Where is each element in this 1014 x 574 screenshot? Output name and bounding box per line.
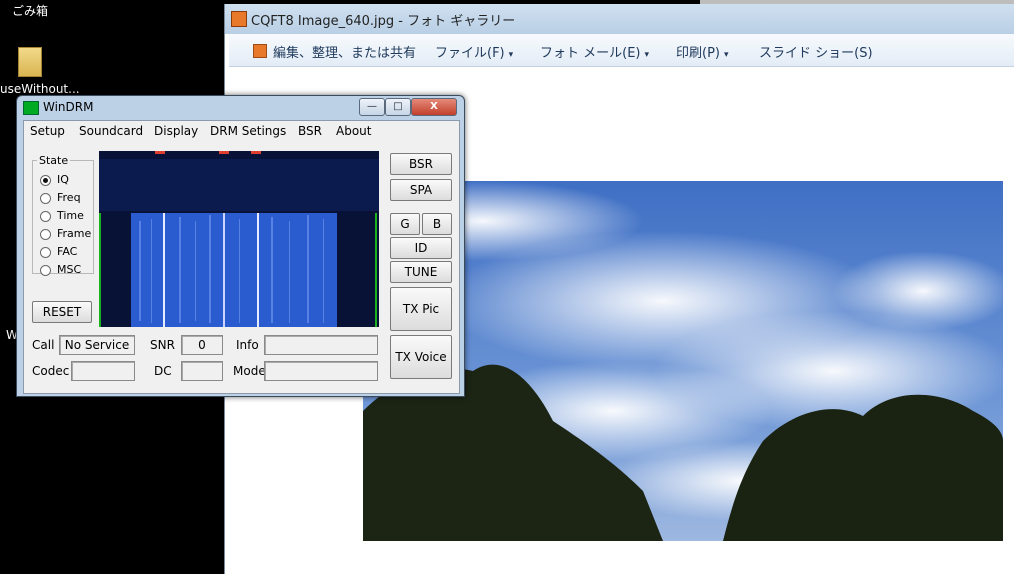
share-icon: [253, 44, 267, 58]
codec-field: [71, 361, 135, 381]
gallery-titlebar[interactable]: CQFT8 Image_640.jpg - フォト ギャラリー: [225, 4, 1014, 34]
tune-button[interactable]: TUNE: [390, 261, 452, 283]
g-button[interactable]: G: [390, 213, 420, 235]
radio-button[interactable]: [40, 228, 51, 240]
chevron-down-icon: ▾: [644, 50, 650, 60]
windrm-title: WinDRM: [43, 100, 94, 114]
menu-soundcard[interactable]: Soundcard: [79, 124, 143, 138]
waterfall-graphic: [99, 151, 379, 327]
minimize-button[interactable]: —: [359, 98, 385, 116]
recycle-bin-label[interactable]: ごみ箱: [12, 2, 48, 19]
reset-button[interactable]: RESET: [32, 301, 92, 323]
snr-field: 0: [181, 335, 223, 355]
menu-about[interactable]: About: [336, 124, 371, 138]
radio-iq[interactable]: IQ: [40, 173, 69, 186]
radio-iq-label: IQ: [57, 173, 69, 186]
photo-mail-menu[interactable]: フォト メール(E) ▾: [540, 42, 649, 61]
radio-button[interactable]: [40, 264, 51, 276]
tx-voice-button[interactable]: TX Voice: [390, 335, 452, 379]
state-legend: State: [39, 154, 69, 167]
mode-field: [264, 361, 378, 381]
windrm-titlebar[interactable]: WinDRM — □ X: [17, 96, 464, 118]
slideshow-button[interactable]: スライド ショー(S): [759, 42, 873, 61]
print-menu[interactable]: 印刷(P) ▾: [676, 42, 729, 61]
file-menu[interactable]: ファイル(F) ▾: [435, 42, 513, 61]
radio-freq[interactable]: Freq: [40, 191, 81, 204]
tx-pic-button[interactable]: TX Pic: [390, 287, 452, 331]
radio-fac-label: FAC: [57, 245, 78, 258]
gallery-title: CQFT8 Image_640.jpg - フォト ギャラリー: [251, 14, 516, 29]
print-label: 印刷(P): [676, 46, 720, 61]
dc-label: DC: [154, 364, 172, 378]
photo-gallery-icon: [231, 11, 247, 27]
b-button[interactable]: B: [422, 213, 452, 235]
call-label: Call: [32, 338, 55, 352]
id-button[interactable]: ID: [390, 237, 452, 259]
chevron-down-icon: ▾: [508, 50, 514, 60]
call-field: No Service: [59, 335, 135, 355]
menu-drm-settings[interactable]: DRM Setings: [210, 124, 286, 138]
info-field: [264, 335, 378, 355]
radio-button[interactable]: [40, 210, 51, 222]
dc-field: [181, 361, 223, 381]
codec-label: Codec: [32, 364, 70, 378]
folder-icon[interactable]: [18, 47, 42, 77]
info-label: Info: [236, 338, 259, 352]
radio-msc-label: MSC: [57, 263, 82, 276]
maximize-button[interactable]: □: [385, 98, 411, 116]
menu-display[interactable]: Display: [154, 124, 198, 138]
radio-freq-label: Freq: [57, 191, 81, 204]
windrm-window[interactable]: WinDRM — □ X Setup Soundcard Display DRM…: [16, 95, 465, 397]
radio-frame-label: Frame: [57, 227, 92, 240]
waterfall-display[interactable]: [99, 151, 379, 327]
folder-label[interactable]: useWithout...: [0, 82, 80, 96]
radio-msc[interactable]: MSC: [40, 263, 81, 276]
radio-fac[interactable]: FAC: [40, 245, 77, 258]
windrm-app-icon: [23, 101, 39, 115]
radio-button[interactable]: [40, 192, 51, 204]
radio-button-checked[interactable]: [40, 174, 51, 186]
radio-time[interactable]: Time: [40, 209, 84, 222]
windrm-menubar: Setup Soundcard Display DRM Setings BSR …: [24, 121, 459, 141]
chevron-down-icon: ▾: [723, 50, 729, 60]
gallery-toolbar: 編集、整理、または共有 ファイル(F) ▾ フォト メール(E) ▾ 印刷(P) ▾ …: [229, 34, 1014, 67]
photo-mail-label: フォト メール(E): [540, 46, 641, 61]
radio-button[interactable]: [40, 246, 51, 258]
menu-bsr[interactable]: BSR: [298, 124, 322, 138]
share-menu[interactable]: 編集、整理、または共有: [273, 42, 416, 61]
windrm-client-area: Setup Soundcard Display DRM Setings BSR …: [23, 120, 460, 394]
spa-button[interactable]: SPA: [390, 179, 452, 201]
radio-time-label: Time: [57, 209, 84, 222]
file-menu-label: ファイル(F): [435, 46, 505, 61]
snr-label: SNR: [150, 338, 175, 352]
bsr-button[interactable]: BSR: [390, 153, 452, 175]
radio-frame[interactable]: Frame: [40, 227, 91, 240]
menu-setup[interactable]: Setup: [30, 124, 65, 138]
mode-label: Mode: [233, 364, 266, 378]
close-button[interactable]: X: [411, 98, 457, 116]
